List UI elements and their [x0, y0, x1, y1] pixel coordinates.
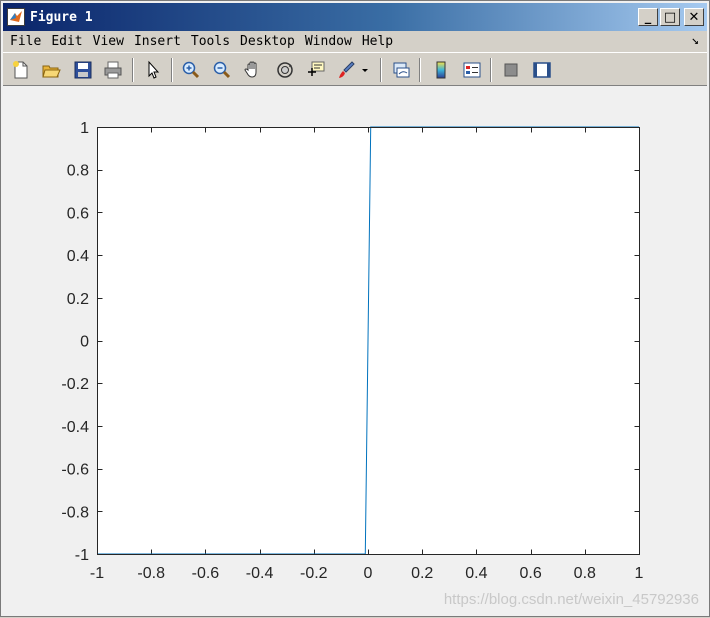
figure-window: Figure 1 _ □ ✕ File Edit View Insert Too…: [0, 0, 710, 617]
brush-dropdown-icon[interactable]: [359, 58, 371, 82]
insert-legend-icon[interactable]: [460, 58, 484, 82]
menu-file[interactable]: File: [3, 31, 46, 52]
window-title: Figure 1: [30, 9, 93, 25]
menu-edit[interactable]: Edit: [46, 31, 87, 52]
toolbar-separator: [490, 58, 492, 82]
y-tick-label: -0.2: [61, 376, 89, 393]
dock-icon[interactable]: ↘: [691, 33, 699, 48]
y-tick-label: -1: [75, 547, 89, 564]
edit-plot-arrow-icon[interactable]: [141, 58, 165, 82]
toolbar-separator: [171, 58, 173, 82]
toolbar-separator: [419, 58, 421, 82]
menu-bar: File Edit View Insert Tools Desktop Wind…: [3, 31, 707, 52]
pan-hand-icon[interactable]: [241, 58, 265, 82]
maximize-icon: □: [663, 9, 677, 25]
x-tick-labels: -1 -0.8 -0.6 -0.4 -0.2 0 0.2 0.4 0.6 0.8 1: [90, 565, 644, 582]
watermark: https://blog.csdn.net/weixin_45792936: [443, 591, 699, 608]
x-tick-label: -0.8: [137, 565, 165, 582]
print-icon[interactable]: [101, 58, 125, 82]
y-tick-label: 0.6: [67, 205, 89, 222]
rotate-3d-icon[interactable]: [273, 58, 297, 82]
y-tick-label: 0.8: [67, 163, 89, 180]
y-tick-label: -0.6: [61, 462, 89, 479]
save-icon[interactable]: [71, 58, 95, 82]
menu-help[interactable]: Help: [357, 31, 398, 52]
y-tick-labels: -1 -0.8 -0.6 -0.4 -0.2 0 0.2 0.4 0.6 0.8 1: [61, 120, 89, 564]
x-tick-label: 0: [364, 565, 373, 582]
brush-icon[interactable]: [334, 58, 358, 82]
y-tick-label: -0.8: [61, 504, 89, 521]
matlab-logo-icon: [7, 8, 25, 26]
x-tick-label: 0.4: [465, 565, 487, 582]
link-plot-icon[interactable]: [389, 58, 413, 82]
x-tick-label: 0.8: [574, 565, 596, 582]
menu-tools[interactable]: Tools: [186, 31, 235, 52]
menu-view[interactable]: View: [88, 31, 129, 52]
data-cursor-icon[interactable]: [304, 58, 328, 82]
x-tick-label: -0.4: [246, 565, 274, 582]
show-plot-tools-icon[interactable]: [530, 58, 554, 82]
y-tick-label: 1: [80, 120, 89, 137]
new-figure-icon[interactable]: [9, 58, 33, 82]
plot-area: -1 -0.8 -0.6 -0.4 -0.2 0 0.2 0.4 0.6 0.8 1 -1-0.8-…: [61, 120, 644, 582]
close-button[interactable]: ✕: [684, 8, 704, 26]
y-tick-label: 0.2: [67, 291, 89, 308]
toolbar-separator: [380, 58, 382, 82]
minimize-icon: _: [644, 9, 652, 25]
y-tick-label: 0: [80, 334, 89, 351]
zoom-in-icon[interactable]: [179, 58, 203, 82]
figure-canvas: -1 -0.8 -0.6 -0.4 -0.2 0 0.2 0.4 0.6 0.8 1 -1 -0.8-…: [3, 87, 707, 614]
open-file-icon[interactable]: [39, 58, 63, 82]
figure-toolbar: [3, 52, 707, 86]
menu-insert[interactable]: Insert: [129, 31, 186, 52]
toolbar-separator: [132, 58, 134, 82]
x-tick-label: 0.2: [411, 565, 433, 582]
x-tick-label: -0.6: [192, 565, 220, 582]
hide-plot-tools-icon[interactable]: [499, 58, 523, 82]
y-tick-label: 0.4: [67, 248, 89, 265]
x-tick-label: 0.6: [519, 565, 541, 582]
x-tick-label: 1: [635, 565, 644, 582]
menu-window[interactable]: Window: [300, 31, 357, 52]
title-bar[interactable]: Figure 1 _ □ ✕: [3, 3, 707, 31]
insert-colorbar-icon[interactable]: [429, 58, 453, 82]
maximize-button[interactable]: □: [660, 8, 680, 26]
y-tick-label: -0.4: [61, 419, 89, 436]
x-tick-label: -0.2: [300, 565, 328, 582]
close-icon: ✕: [688, 9, 700, 25]
zoom-out-icon[interactable]: [210, 58, 234, 82]
x-tick-label: -1: [90, 565, 104, 582]
minimize-button[interactable]: _: [638, 8, 658, 26]
menu-desktop[interactable]: Desktop: [235, 31, 300, 52]
